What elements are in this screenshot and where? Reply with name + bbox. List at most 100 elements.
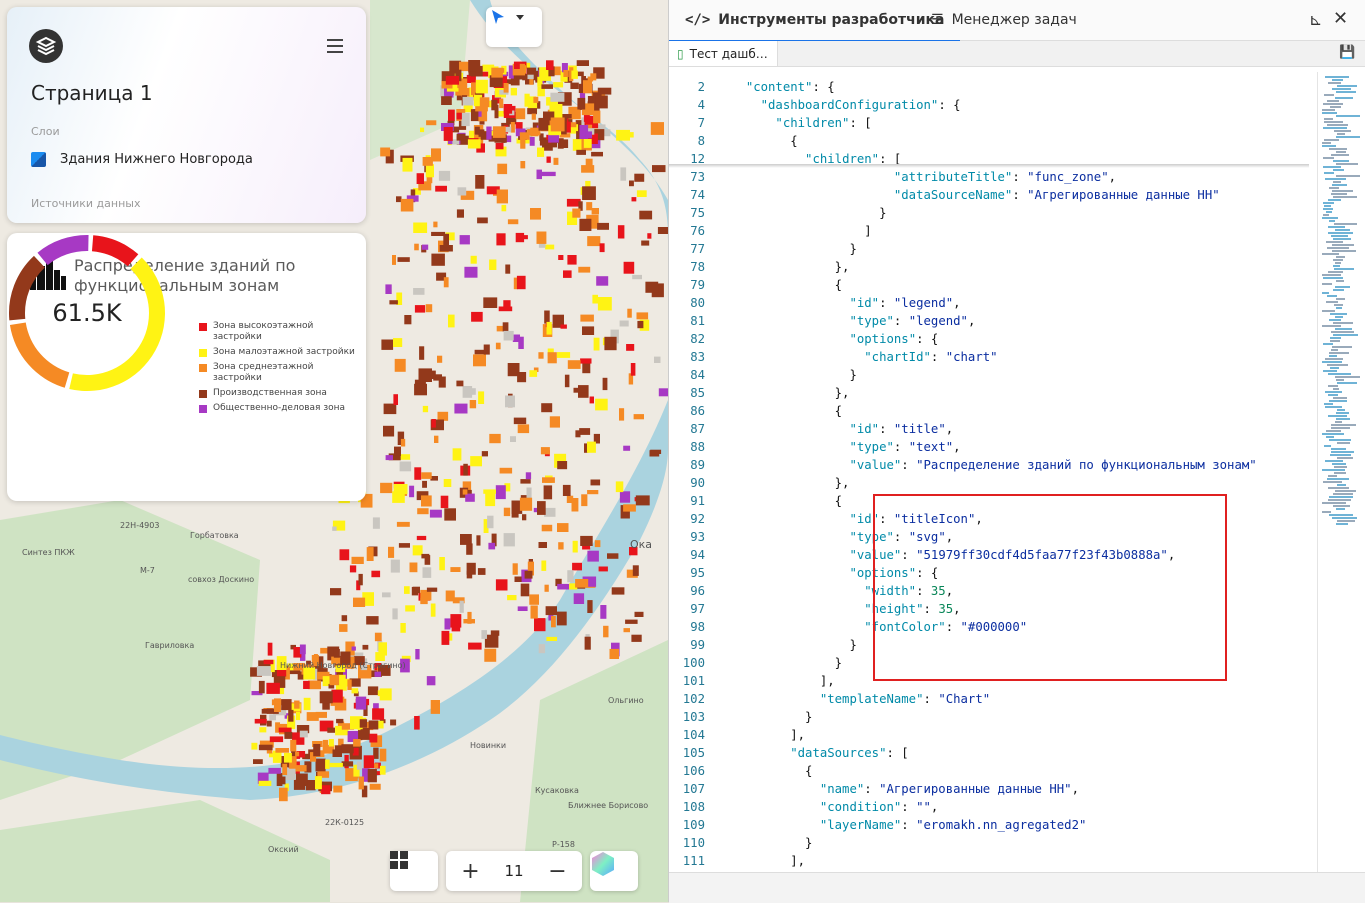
code-line[interactable]: 84 } — [669, 366, 1309, 384]
code-line[interactable]: 79 { — [669, 276, 1309, 294]
minimap-line — [1324, 172, 1334, 174]
code-line[interactable]: 90 }, — [669, 474, 1309, 492]
code-line[interactable]: 108 "condition": "", — [669, 798, 1309, 816]
line-number: 93 — [690, 530, 705, 544]
code-line[interactable]: 98 "fontColor": "#000000" — [669, 618, 1309, 636]
line-content: "value": "51979ff30cdf4d5faa77f23f43b088… — [849, 548, 1176, 562]
code-line[interactable]: 111 ], — [669, 852, 1309, 870]
code-line[interactable]: 86 { — [669, 402, 1309, 420]
basemap-button[interactable] — [590, 851, 638, 891]
donut-slice[interactable] — [37, 235, 89, 266]
code-line[interactable]: 97 "height": 35, — [669, 600, 1309, 618]
code-line[interactable]: 107 "name": "Агрегированные данные НН", — [669, 780, 1309, 798]
minimap-line — [1322, 361, 1342, 363]
legend-item[interactable]: Зона среднеэтажной застройки — [199, 362, 359, 384]
code-line[interactable]: 105 "dataSources": [ — [669, 744, 1309, 762]
code-line[interactable]: 83 "chartId": "chart" — [669, 348, 1309, 366]
app-logo-icon[interactable] — [29, 29, 63, 63]
code-line[interactable]: 96 "width": 35, — [669, 582, 1309, 600]
close-icon[interactable]: ✕ — [1333, 8, 1348, 29]
code-line[interactable]: 92 "id": "titleIcon", — [669, 510, 1309, 528]
select-tool-button[interactable] — [486, 7, 542, 47]
minimap-line — [1322, 142, 1331, 144]
legend-item[interactable]: Зона малоэтажной застройки — [199, 347, 359, 358]
code-line[interactable]: 82 "options": { — [669, 330, 1309, 348]
devtools-panel: </> Инструменты разработчика ☰ Менеджер … — [668, 0, 1365, 903]
legend-item[interactable]: Производственная зона — [199, 388, 359, 399]
tab-task-manager[interactable]: ☰ Менеджер задач — [931, 0, 1077, 40]
code-line[interactable]: 75 } — [669, 204, 1309, 222]
code-line[interactable]: 99 } — [669, 636, 1309, 654]
donut-slice[interactable] — [91, 235, 139, 267]
code-line[interactable]: 101 ], — [669, 672, 1309, 690]
code-line[interactable]: 85 }, — [669, 384, 1309, 402]
minimap-line — [1330, 340, 1340, 342]
map-label: Новинки — [470, 741, 506, 750]
code-line[interactable]: 91 { — [669, 492, 1309, 510]
code-line[interactable]: 77 } — [669, 240, 1309, 258]
minimap-line — [1336, 163, 1358, 165]
code-line[interactable]: 100 } — [669, 654, 1309, 672]
code-line[interactable]: 103 } — [669, 708, 1309, 726]
line-number: 111 — [682, 854, 705, 868]
sticky-scroll-shadow — [669, 164, 1309, 168]
minimap-line — [1337, 457, 1353, 459]
grid-view-button[interactable] — [390, 851, 438, 891]
donut-slice[interactable] — [9, 255, 45, 321]
minimap-line — [1337, 409, 1345, 411]
legend-swatch — [199, 405, 207, 413]
zoom-in-button[interactable]: + — [455, 859, 485, 884]
code-line[interactable]: 73 "attributeTitle": "func_zone", — [669, 168, 1309, 186]
minimap-line — [1326, 241, 1343, 243]
donut-slice[interactable] — [9, 322, 70, 388]
code-line[interactable]: 88 "type": "text", — [669, 438, 1309, 456]
layer-item[interactable]: Здания Нижнего Новгорода — [31, 152, 253, 167]
file-tab[interactable]: ▯ Тест дашб… — [669, 41, 778, 66]
dock-icon[interactable]: ⊾ — [1309, 10, 1322, 29]
code-line[interactable]: 80 "id": "legend", — [669, 294, 1309, 312]
minimap[interactable] — [1317, 72, 1362, 872]
minimap-line — [1333, 160, 1349, 162]
minimap-line — [1323, 157, 1334, 159]
code-line[interactable]: 89 "value": "Распределение зданий по фун… — [669, 456, 1309, 474]
minimap-line — [1332, 88, 1351, 90]
code-line[interactable]: 102 "templateName": "Chart" — [669, 690, 1309, 708]
code-line[interactable]: 2 "content": { — [669, 78, 1309, 96]
code-line[interactable]: 8 { — [669, 132, 1309, 150]
legend-item[interactable]: Зона высокоэтажной застройки — [199, 321, 359, 343]
line-content: "dataSources": [ — [790, 746, 909, 760]
legend-item[interactable]: Общественно-деловая зона — [199, 403, 359, 414]
code-editor[interactable]: 2 "content": {4 "dashboardConfiguration"… — [669, 72, 1309, 872]
minimap-line — [1336, 412, 1349, 414]
minimap-line — [1322, 112, 1337, 114]
code-line[interactable]: 93 "type": "svg", — [669, 528, 1309, 546]
code-line[interactable]: 94 "value": "51979ff30cdf4d5faa77f23f43b… — [669, 546, 1309, 564]
line-content: "id": "title", — [849, 422, 954, 436]
minimap-line — [1322, 433, 1344, 435]
save-icon[interactable]: 💾 — [1339, 45, 1355, 60]
code-line[interactable]: 95 "options": { — [669, 564, 1309, 582]
code-line[interactable]: 87 "id": "title", — [669, 420, 1309, 438]
map-view[interactable]: 22Н-4903 Горбатовка Синтез ПКЖ М-7 совхоз До… — [0, 0, 668, 902]
code-line[interactable]: 76 ] — [669, 222, 1309, 240]
minimap-line — [1327, 124, 1348, 126]
zoom-out-button[interactable]: − — [543, 859, 573, 884]
code-line[interactable]: 104 ], — [669, 726, 1309, 744]
code-line[interactable]: 74 "dataSourceName": "Агрегированные дан… — [669, 186, 1309, 204]
tab-devtools[interactable]: </> Инструменты разработчика — [669, 0, 961, 42]
code-line[interactable]: 7 "children": [ — [669, 114, 1309, 132]
minimap-line — [1336, 523, 1348, 525]
code-line[interactable]: 4 "dashboardConfiguration": { — [669, 96, 1309, 114]
hamburger-menu-icon[interactable] — [327, 39, 343, 53]
minimap-line — [1337, 520, 1355, 522]
code-line[interactable]: 109 "layerName": "eromakh.nn_agregated2" — [669, 816, 1309, 834]
code-line[interactable]: 78 }, — [669, 258, 1309, 276]
code-line[interactable]: 110 } — [669, 834, 1309, 852]
code-line[interactable]: 81 "type": "legend", — [669, 312, 1309, 330]
code-line[interactable]: 106 { — [669, 762, 1309, 780]
minimap-line — [1328, 499, 1351, 501]
donut-chart[interactable]: 61.5K — [7, 233, 167, 393]
minimap-line — [1335, 421, 1342, 423]
data-sources-label[interactable]: Источники данных — [31, 197, 140, 210]
minimap-line — [1329, 439, 1351, 441]
